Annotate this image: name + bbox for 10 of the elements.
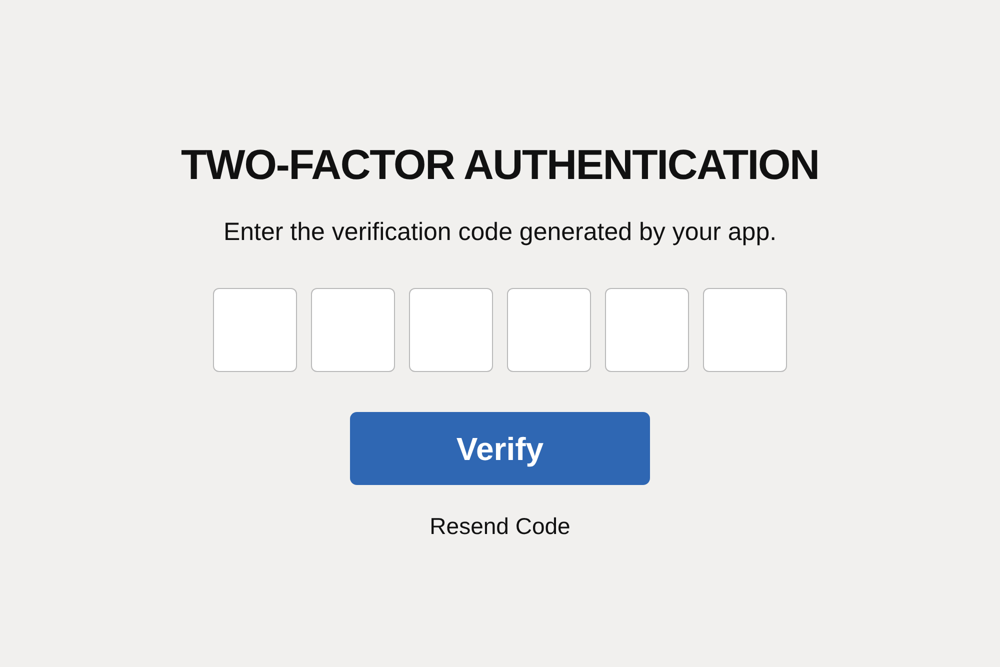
- code-digit-field[interactable]: [311, 288, 395, 372]
- code-digit-field[interactable]: [409, 288, 493, 372]
- instructions-text: Enter the verification code generated by your app.: [223, 217, 777, 248]
- code-digit-field[interactable]: [507, 288, 591, 372]
- page-title: TWO-FACTOR AUTHENTICATION: [181, 140, 819, 190]
- code-digit-field[interactable]: [605, 288, 689, 372]
- code-digit-field[interactable]: [703, 288, 787, 372]
- code-digit-field[interactable]: [213, 288, 297, 372]
- verify-button[interactable]: Verify: [350, 412, 650, 485]
- resend-code-link[interactable]: Resend Code: [430, 511, 570, 541]
